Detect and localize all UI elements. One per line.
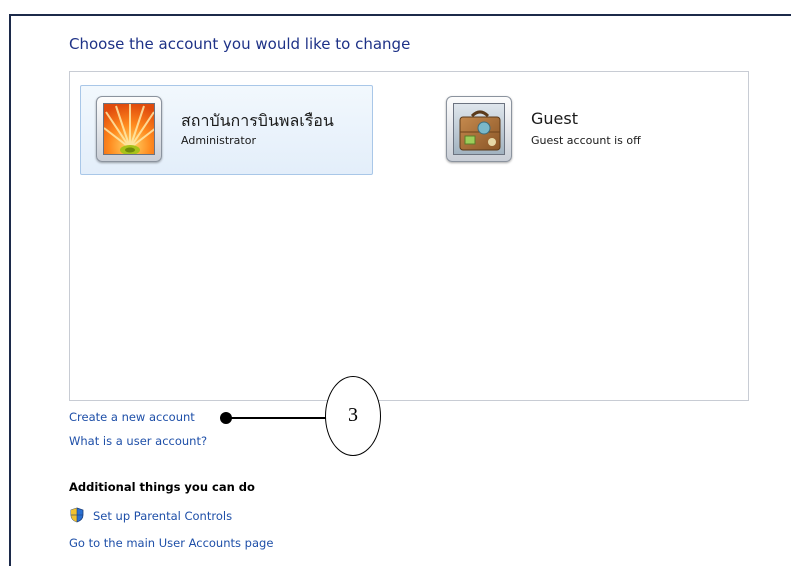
window-frame-top <box>9 14 791 16</box>
account-tile-administrator[interactable]: สถาบันการบินพลเรือน Administrator <box>80 85 373 175</box>
additional-things-heading: Additional things you can do <box>69 480 255 494</box>
user-accounts-page: Choose the account you would like to cha… <box>0 0 791 566</box>
account-name: Guest <box>531 109 578 128</box>
account-type: Administrator <box>181 134 256 147</box>
main-user-accounts-link[interactable]: Go to the main User Accounts page <box>69 536 273 550</box>
callout-number: 3 <box>348 404 358 426</box>
window-frame-left <box>9 14 11 566</box>
flower-icon <box>103 103 155 155</box>
suitcase-icon <box>453 103 505 155</box>
create-account-link[interactable]: Create a new account <box>69 410 195 424</box>
uac-shield-icon <box>69 507 85 523</box>
avatar <box>96 96 162 162</box>
callout-pointer-line <box>228 417 326 419</box>
account-tile-guest[interactable]: Guest Guest account is off <box>430 85 723 175</box>
callout-pointer-dot <box>220 412 232 424</box>
what-is-user-account-link[interactable]: What is a user account? <box>69 434 207 448</box>
parental-controls-link[interactable]: Set up Parental Controls <box>93 509 232 523</box>
accounts-list-panel: สถาบันการบินพลเรือน Administrator Guest … <box>69 71 749 401</box>
avatar <box>446 96 512 162</box>
account-type: Guest account is off <box>531 134 641 147</box>
account-name: สถาบันการบินพลเรือน <box>181 111 334 130</box>
page-title: Choose the account you would like to cha… <box>69 35 411 53</box>
